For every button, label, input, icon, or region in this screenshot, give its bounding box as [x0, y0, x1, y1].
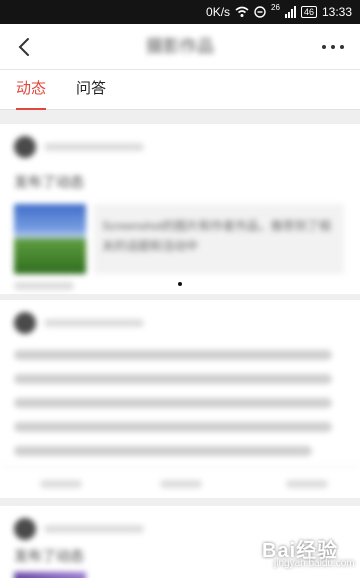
- battery-icon: 46: [300, 6, 317, 18]
- feed: 发布了动态 Screenshot的图片和作者作品，推荐到了相关的话题和活动中 发…: [0, 112, 360, 578]
- post-text-line: [14, 446, 312, 456]
- avatar: [14, 312, 36, 334]
- watermark-url: jingyan.baidu.com: [274, 558, 355, 569]
- post-text-line: [14, 422, 332, 432]
- tab-bar: 动态 问答: [0, 70, 360, 110]
- post-text-line: [14, 350, 332, 360]
- divider: [0, 466, 360, 467]
- link-preview[interactable]: Screenshot的图片和作者作品，推荐到了相关的话题和活动中: [94, 204, 344, 274]
- page-title: 摄影作品: [146, 37, 214, 56]
- post-thumbnail[interactable]: [14, 204, 86, 274]
- feed-card[interactable]: 发布了动态 Screenshot的图片和作者作品，推荐到了相关的话题和活动中: [0, 124, 360, 294]
- post-title: 发布了动态: [14, 174, 84, 190]
- data-saver-icon: [254, 6, 266, 18]
- like-action[interactable]: [286, 480, 328, 488]
- avatar: [14, 518, 36, 540]
- author-meta: [44, 525, 144, 533]
- comment-action[interactable]: [160, 480, 202, 488]
- tab-qa[interactable]: 问答: [76, 70, 106, 110]
- post-thumbnail[interactable]: [14, 572, 86, 578]
- nav-bar: 摄影作品: [0, 24, 360, 70]
- tab-dynamics[interactable]: 动态: [16, 70, 47, 110]
- status-indicators: 0K/s 26 46 13:33: [206, 0, 352, 24]
- post-text-line: [14, 398, 332, 408]
- post-text-line: [14, 374, 332, 384]
- post-title: 发布了动态: [14, 548, 84, 564]
- network-speed: 0K/s: [206, 5, 231, 19]
- loading-dot: [178, 282, 182, 286]
- more-dots-icon[interactable]: [320, 37, 346, 57]
- feed-card[interactable]: [0, 300, 360, 498]
- link-preview-text: Screenshot的图片和作者作品，推荐到了相关的话题和活动中: [102, 219, 331, 253]
- clock: 13:33: [321, 5, 352, 19]
- status-bar: 0K/s 26 46 13:33: [0, 0, 360, 24]
- author-meta: [44, 143, 144, 151]
- signal-icon: [284, 6, 296, 18]
- share-action[interactable]: [40, 480, 82, 488]
- post-stats: [14, 282, 74, 290]
- signal-label: 26: [271, 3, 280, 12]
- battery-level: 46: [303, 7, 314, 17]
- author-meta: [44, 319, 144, 327]
- watermark: Bai经验 jingyan.baidu.com: [258, 532, 355, 572]
- avatar: [14, 136, 36, 158]
- wifi-icon: [235, 6, 249, 17]
